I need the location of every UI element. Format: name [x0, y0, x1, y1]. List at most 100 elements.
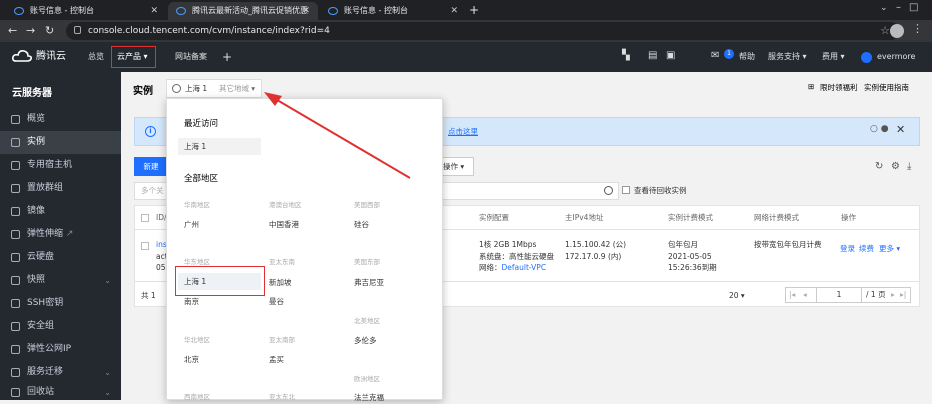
- prev-page-icon[interactable]: ◂: [803, 289, 807, 300]
- region-toronto[interactable]: 多伦多: [354, 335, 377, 346]
- new-tab-button[interactable]: +: [469, 2, 479, 18]
- nav-cloud-products[interactable]: 云产品 ▾: [111, 46, 156, 68]
- sidebar-item-placement-group[interactable]: 置放群组: [0, 177, 121, 200]
- close-icon[interactable]: ✕: [896, 123, 905, 136]
- migrate-icon: [11, 368, 20, 377]
- browser-tab-2[interactable]: 腾讯云最新活动_腾讯云促销优惠 ✕: [168, 2, 318, 20]
- add-shortcut-icon[interactable]: +: [222, 42, 232, 72]
- refresh-icon[interactable]: ↻: [875, 161, 883, 172]
- settings-gear-icon[interactable]: ⚙: [891, 161, 900, 172]
- browser-profile-avatar[interactable]: [890, 24, 904, 38]
- user-name[interactable]: evermore: [877, 42, 915, 72]
- address-bar[interactable]: console.cloud.tencent.com/cvm/instance/i…: [66, 22, 900, 40]
- instance-disk: 系统盘：高性能云硬盘: [479, 252, 554, 261]
- select-all-checkbox[interactable]: [141, 214, 149, 222]
- back-icon[interactable]: ←: [8, 23, 17, 39]
- nav-overview[interactable]: 总览: [88, 42, 104, 72]
- sidebar-item-overview[interactable]: 概览: [0, 108, 121, 131]
- nav-support[interactable]: 服务支持 ▾: [768, 42, 807, 72]
- close-tab-icon[interactable]: ✕: [302, 2, 310, 20]
- region-hongkong[interactable]: 中国香港: [269, 219, 299, 230]
- window-controls[interactable]: –□: [896, 2, 926, 13]
- browser-tab-1[interactable]: 账号信息 - 控制台 ✕: [6, 2, 166, 20]
- instance-guide-link[interactable]: 实例使用指南: [864, 82, 909, 93]
- carousel-dots[interactable]: ○ ●: [870, 124, 889, 134]
- login-action[interactable]: 登录: [840, 243, 855, 254]
- region-virginia[interactable]: 弗吉尼亚: [354, 277, 384, 288]
- sidebar-item-autoscaling[interactable]: 弹性伸缩 ↗: [0, 223, 121, 246]
- row-checkbox[interactable]: [141, 242, 149, 250]
- first-page-icon[interactable]: |◂: [789, 289, 795, 300]
- tencent-cloud-logo-icon[interactable]: [12, 49, 32, 63]
- sidebar-item-instances[interactable]: 实例: [0, 131, 121, 154]
- free-benefit-link[interactable]: 限时领福利: [820, 82, 858, 93]
- mail-icon[interactable]: ✉: [711, 50, 719, 61]
- next-page-icon[interactable]: ▸: [891, 289, 895, 300]
- new-instance-button[interactable]: 新建: [134, 157, 168, 176]
- info-link[interactable]: 点击这里: [448, 126, 478, 137]
- page-number-input[interactable]: 1: [816, 288, 862, 302]
- sidebar-item-dedicated-host[interactable]: 专用宿主机: [0, 154, 121, 177]
- sidebar-title: 云服务器: [12, 88, 52, 99]
- sidebar-item-ssh-key[interactable]: SSH密钥: [0, 292, 121, 315]
- vpc-link[interactable]: Default-VPC: [502, 263, 547, 272]
- forward-icon[interactable]: →: [26, 23, 35, 39]
- region-silicon-valley[interactable]: 硅谷: [354, 219, 369, 230]
- sidebar-item-snapshot[interactable]: 快照 ⌄: [0, 269, 121, 292]
- close-tab-icon[interactable]: ✕: [450, 2, 458, 20]
- nav-cost[interactable]: 费用 ▾: [822, 42, 845, 72]
- page-size-select[interactable]: 20 ▾: [729, 290, 745, 301]
- last-page-icon[interactable]: ▸|: [900, 289, 906, 300]
- recent-region-shanghai-1[interactable]: 上海 1: [178, 138, 261, 155]
- sidebar-item-label: 安全组: [27, 321, 55, 331]
- region-bangkok[interactable]: 曼谷: [269, 296, 284, 307]
- browser-tab-bar: 账号信息 - 控制台 ✕ 腾讯云最新活动_腾讯云促销优惠 ✕ 账号信息 - 控制…: [0, 0, 932, 20]
- col-ipv4: 主IPv4地址: [565, 213, 604, 222]
- clipboard-icon[interactable]: ▣: [666, 50, 675, 61]
- highlight-box: [175, 266, 265, 296]
- region-beijing[interactable]: 北京: [184, 354, 199, 365]
- sidebar-item-recycle-bin[interactable]: 回收站 ⌄: [0, 381, 121, 404]
- group-europe: 欧洲地区: [354, 375, 380, 383]
- bookmark-star-icon[interactable]: ☆: [880, 24, 890, 37]
- show-recycle-checkbox[interactable]: [622, 186, 630, 194]
- brand-name[interactable]: 腾讯云: [36, 42, 66, 72]
- browser-tab-3[interactable]: 账号信息 - 控制台 ✕: [320, 2, 466, 20]
- sidebar-item-cloud-disk[interactable]: 云硬盘: [0, 246, 121, 269]
- apps-grid-icon[interactable]: ▚: [622, 50, 630, 61]
- search-icon[interactable]: [604, 186, 613, 195]
- sidebar: 云服务器 概览 实例 专用宿主机 置放群组 镜像 弹性伸缩 ↗ 云硬盘 快照 ⌄ …: [0, 72, 121, 400]
- more-action[interactable]: 更多 ▾: [879, 243, 900, 254]
- region-nanjing[interactable]: 南京: [184, 296, 199, 307]
- sidebar-item-label: 弹性公网IP: [27, 344, 72, 354]
- sidebar-item-image[interactable]: 镜像: [0, 200, 121, 223]
- download-icon[interactable]: ⤓: [907, 161, 911, 172]
- nav-help[interactable]: 帮助: [739, 42, 755, 72]
- close-tab-icon[interactable]: ✕: [150, 2, 158, 20]
- sidebar-item-label: SSH密钥: [27, 298, 64, 308]
- placement-icon: [11, 184, 20, 193]
- sidebar-item-label: 镜像: [27, 206, 46, 216]
- user-avatar[interactable]: [861, 52, 872, 63]
- sidebar-item-elastic-ip[interactable]: 弹性公网IP: [0, 338, 121, 361]
- tab-search-icon[interactable]: ⌄: [880, 3, 888, 13]
- sidebar-item-security-group[interactable]: 安全组: [0, 315, 121, 338]
- cloud-favicon-icon: [14, 7, 24, 15]
- region-singapore[interactable]: 新加坡: [269, 277, 292, 288]
- group-south-china: 华南地区: [184, 201, 210, 209]
- globe-icon: [172, 84, 181, 93]
- renew-action[interactable]: 续费: [859, 243, 874, 254]
- sidebar-item-label: 云硬盘: [27, 252, 55, 262]
- sidebar-item-label: 服务迁移: [27, 367, 64, 377]
- region-frankfurt[interactable]: 法兰克福: [354, 392, 384, 403]
- ip-icon: [11, 345, 20, 354]
- region-selector[interactable]: 上海 1 其它地域 ▾: [166, 79, 262, 98]
- browser-menu-icon[interactable]: ⋮: [912, 22, 923, 35]
- document-icon[interactable]: ▤: [648, 50, 657, 61]
- reload-icon[interactable]: ↻: [45, 23, 54, 39]
- region-mumbai[interactable]: 孟买: [269, 354, 284, 365]
- group-us-east: 美国东部: [354, 258, 380, 266]
- region-guangzhou[interactable]: 广州: [184, 219, 199, 230]
- nav-website-record[interactable]: 网站备案: [175, 42, 207, 72]
- more-actions-label: 操作: [443, 162, 458, 171]
